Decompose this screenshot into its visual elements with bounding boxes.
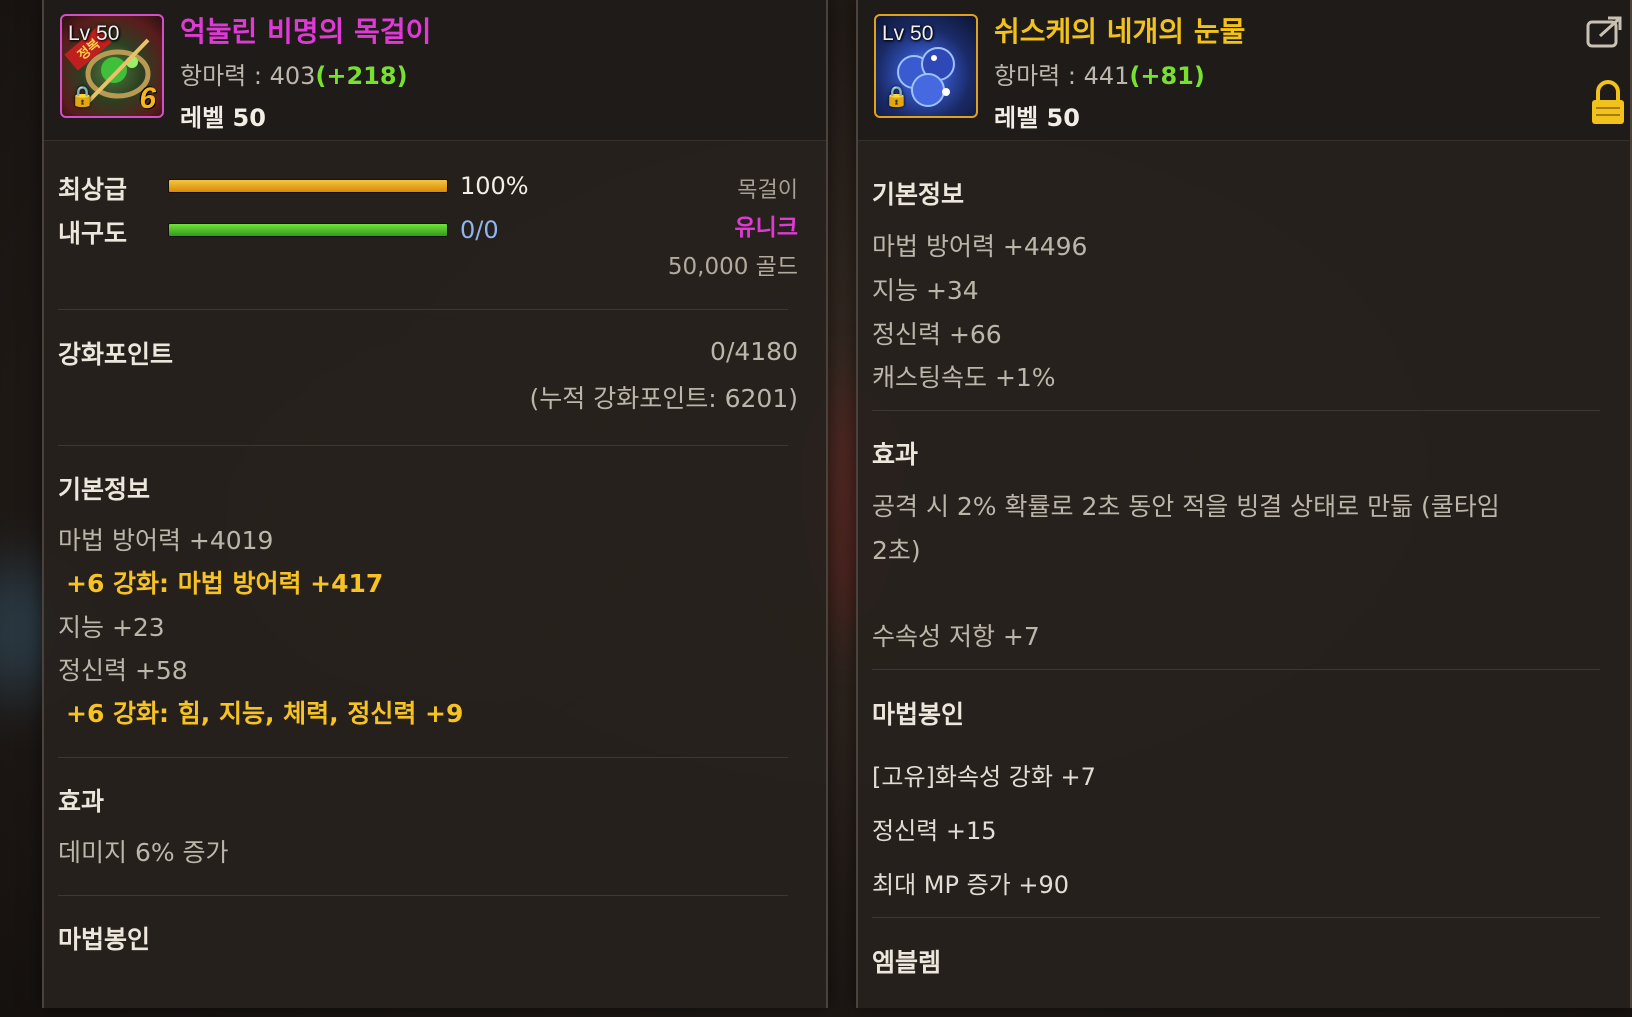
- basic-info-title: 기본정보: [872, 180, 965, 209]
- upgrade-level-badge: 6: [139, 82, 156, 115]
- divider: [58, 895, 788, 896]
- upgrade-stat: +6 강화: 마법 방어력 +417: [66, 569, 384, 598]
- effect-text: 공격 시 2% 확률로 2초 동안 적을 빙결 상태로 만듦 (쿨타임: [872, 492, 1500, 521]
- divider: [872, 669, 1600, 670]
- item-price: 50,000 골드: [667, 254, 798, 280]
- magic-seal-title: 마법봉인: [58, 925, 151, 954]
- divider: [872, 917, 1600, 918]
- item-name: 쉬스케의 네개의 눈물: [994, 15, 1246, 48]
- divider: [58, 757, 788, 758]
- magic-defense-value: 항마력 : 403: [180, 62, 316, 90]
- seal-stat: [고유]화속성 강화 +7: [872, 763, 1096, 791]
- basic-stat: 캐스팅속도 +1%: [872, 363, 1056, 392]
- required-level: 레벨 50: [180, 104, 266, 132]
- item-header: 정복 Lv 50 🔒 6 억눌린 비명의 목걸이 항마력 : 403(+218)…: [44, 0, 826, 141]
- grade-percent: 100%: [460, 172, 529, 200]
- icon-level-label: Lv 50: [882, 22, 934, 45]
- basic-stat: 정신력 +66: [872, 320, 1002, 349]
- resist-stat: 수속성 저항 +7: [872, 622, 1040, 651]
- grade-bar: [168, 179, 448, 193]
- effect-title: 효과: [58, 787, 105, 816]
- item-name: 억눌린 비명의 목걸이: [180, 15, 432, 48]
- basic-stat: 지능 +34: [872, 276, 979, 305]
- tears-item-icon[interactable]: Lv 50 🔒: [874, 14, 978, 118]
- item-tooltip-left: 정복 Lv 50 🔒 6 억눌린 비명의 목걸이 항마력 : 403(+218)…: [42, 0, 828, 1008]
- basic-stat: 정신력 +58: [58, 656, 188, 685]
- icon-level-label: Lv 50: [68, 22, 120, 45]
- effect-title: 효과: [872, 440, 919, 469]
- durability-bar-fill: [169, 224, 447, 236]
- durability-label: 내구도: [58, 219, 128, 248]
- basic-stat: 마법 방어력 +4019: [58, 526, 274, 555]
- grade-bar-fill: [169, 180, 447, 192]
- effect-text: 데미지 6% 증가: [58, 838, 229, 867]
- magic-defense-value: 항마력 : 441: [994, 62, 1130, 90]
- emblem-title: 엠블렘: [872, 948, 942, 977]
- magic-seal-title: 마법봉인: [872, 700, 965, 729]
- basic-stat: 지능 +23: [58, 613, 165, 642]
- divider: [58, 445, 788, 446]
- magic-defense-bonus: (+218): [315, 62, 408, 90]
- item-tooltip-right: Lv 50 🔒 쉬스케의 네개의 눈물 항마력 : 441(+81) 레벨 50…: [856, 0, 1632, 1008]
- upgrade-points-total: (누적 강화포인트: 6201): [529, 384, 798, 413]
- item-header: Lv 50 🔒 쉬스케의 네개의 눈물 항마력 : 441(+81) 레벨 50: [858, 0, 1630, 141]
- durability-value: 0/0: [460, 216, 499, 244]
- padlock-icon: 🔒: [70, 84, 95, 108]
- divider: [58, 309, 788, 310]
- grade-label: 최상급: [58, 175, 128, 204]
- item-rarity: 유니크: [734, 215, 798, 241]
- basic-info-title: 기본정보: [58, 475, 151, 504]
- padlock-icon: 🔒: [884, 84, 909, 108]
- required-level: 레벨 50: [994, 104, 1080, 132]
- divider: [872, 410, 1600, 411]
- effect-text-continued: 2초): [872, 536, 921, 565]
- seal-stat: 최대 MP 증가 +90: [872, 871, 1070, 899]
- magic-defense-line: 항마력 : 403(+218): [180, 56, 408, 91]
- upgrade-points-label: 강화포인트: [58, 340, 174, 369]
- share-icon[interactable]: [1586, 14, 1626, 48]
- durability-bar: [168, 223, 448, 237]
- magic-defense-line: 항마력 : 441(+81): [994, 56, 1205, 91]
- seal-stat: 정신력 +15: [872, 817, 997, 845]
- necklace-item-icon[interactable]: 정복 Lv 50 🔒 6: [60, 14, 164, 118]
- upgrade-stat: +6 강화: 힘, 지능, 체력, 정신력 +9: [66, 699, 464, 728]
- upgrade-points-value: 0/4180: [710, 337, 798, 366]
- basic-stat: 마법 방어력 +4496: [872, 232, 1088, 261]
- item-slot: 목걸이: [737, 178, 798, 203]
- padlock-icon[interactable]: [1590, 80, 1626, 126]
- magic-defense-bonus: (+81): [1129, 62, 1205, 90]
